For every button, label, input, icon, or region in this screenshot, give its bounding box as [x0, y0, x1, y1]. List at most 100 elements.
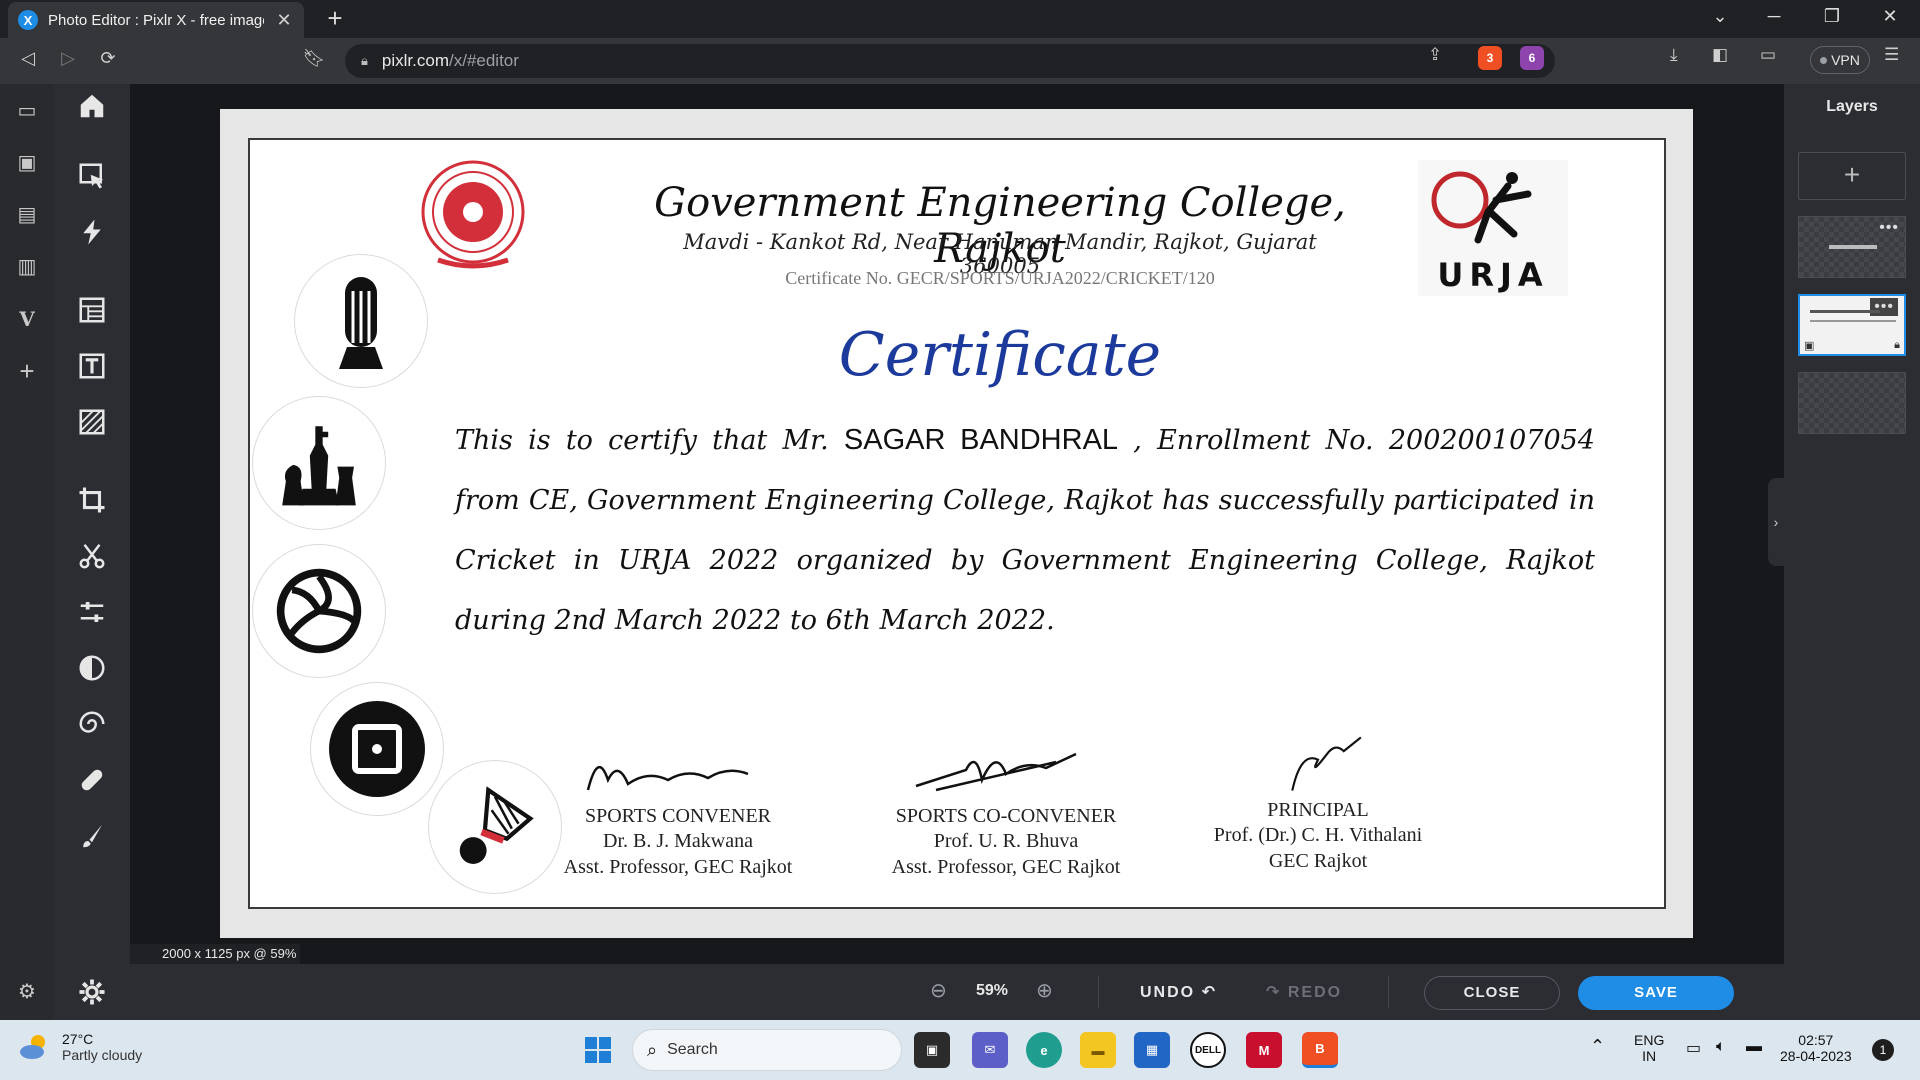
bookmarks-sidebar-icon[interactable]: ▤ [12, 200, 42, 230]
layer-options-icon[interactable]: ••• [1879, 219, 1899, 237]
lock-icon: 🔒︎ [361, 53, 368, 68]
add-sidebar-item-icon[interactable]: + [12, 356, 42, 386]
notification-badge[interactable]: 1 [1872, 1039, 1894, 1061]
volleyball-icon [252, 544, 386, 678]
rewards-count: 6 [1528, 51, 1536, 65]
redo-icon: ↷ [1266, 984, 1282, 1001]
reading-list-icon[interactable]: ▥ [12, 252, 42, 282]
layer-background[interactable] [1798, 372, 1906, 434]
menu-icon[interactable]: ☰ [1884, 45, 1899, 65]
signatory-designation: Asst. Professor, GEC Rajkot [891, 856, 1121, 878]
weather-widget[interactable]: 27°C Partly cloudy [18, 1030, 142, 1064]
collapse-panel-chevron-icon[interactable]: › [1768, 478, 1784, 566]
adjust-sliders-icon[interactable] [74, 594, 110, 630]
battery-icon[interactable]: ▬ [1746, 1038, 1762, 1056]
wallet-sidebar-icon[interactable]: ▣ [12, 148, 42, 178]
signatory-designation: Asst. Professor, GEC Rajkot [563, 856, 793, 878]
dell-icon[interactable]: DELL [1190, 1032, 1226, 1068]
cutout-scissors-icon[interactable] [74, 538, 110, 574]
add-layer-button[interactable]: + [1798, 152, 1906, 200]
layer-image-certificate[interactable]: ••• ▣ 🔒︎ [1798, 294, 1906, 356]
bookmark-icon[interactable]: 🔖︎ [300, 48, 328, 69]
network-icon[interactable]: ▭ [1686, 1038, 1701, 1058]
v-app-icon[interactable]: V [12, 304, 42, 334]
certificate-heading: Certificate [838, 320, 1162, 390]
close-window-button[interactable]: ✕ [1870, 6, 1910, 27]
brave-shields-icon[interactable]: 3 [1478, 46, 1502, 70]
liquify-swirl-icon[interactable] [74, 706, 110, 742]
address-bar[interactable]: 🔒︎ pixlr.com/x/#editor [345, 44, 1555, 78]
edge-browser-icon[interactable]: e [1026, 1032, 1062, 1068]
layer-preview-text [1829, 245, 1877, 249]
zoom-in-icon[interactable]: ⊕ [1036, 978, 1053, 1003]
weather-description: Partly cloudy [62, 1047, 143, 1063]
close-tab-icon[interactable]: ✕ [274, 10, 294, 31]
signatory-role: SPORTS CO-CONVENER [895, 805, 1117, 827]
lock-layer-icon[interactable]: 🔒︎ [1894, 339, 1900, 352]
taskbar-search[interactable]: ⌕ Search [632, 1029, 902, 1071]
back-button[interactable]: ◁ [14, 48, 42, 69]
windows-start-icon[interactable] [584, 1036, 612, 1069]
forward-button[interactable]: ▷ [54, 48, 82, 69]
text-tool-icon[interactable] [74, 348, 110, 384]
gec-college-seal [418, 160, 528, 270]
layout-tool-icon[interactable] [74, 292, 110, 328]
url-path: /x/#editor [449, 51, 519, 70]
reload-button[interactable]: ⟳ [94, 48, 122, 69]
draw-brush-icon[interactable] [74, 818, 110, 854]
brave-rewards-icon[interactable]: 6 [1520, 46, 1544, 70]
home-icon[interactable] [74, 88, 110, 124]
save-button[interactable]: SAVE [1578, 976, 1734, 1010]
windows-taskbar: 27°C Partly cloudy ⌕ Search ▣ ✉ e ▬ ▦ DE… [0, 1020, 1920, 1080]
divider [1098, 976, 1099, 1008]
task-view-icon[interactable]: ▣ [914, 1032, 950, 1068]
zoom-out-icon[interactable]: ⊖ [930, 978, 947, 1003]
layer-text[interactable]: ••• [1798, 216, 1906, 278]
redo-button[interactable]: ↷ REDO [1266, 982, 1342, 1002]
canvas-size-info: 2000 x 1125 px @ 59% [130, 944, 300, 964]
download-icon[interactable]: ⤓ [1670, 45, 1678, 65]
retouch-bandage-icon[interactable] [74, 762, 110, 798]
zoom-level[interactable]: 59% [976, 982, 1008, 1000]
image-canvas[interactable]: URJA Government Engineering College, Raj… [220, 109, 1693, 938]
layer-options-icon[interactable]: ••• [1870, 298, 1898, 316]
brave-taskbar-icon[interactable]: B [1302, 1032, 1338, 1068]
sidebar-settings-icon[interactable]: ⚙ [0, 964, 54, 1020]
layers-title: Layers [1826, 98, 1878, 115]
signatory-role: PRINCIPAL [1267, 799, 1369, 821]
clock[interactable]: 02:57 28-04-2023 [1780, 1032, 1852, 1064]
auto-fix-icon[interactable] [74, 214, 110, 250]
layer-image-preview [1810, 310, 1880, 313]
co-convener-signature-scribble [915, 752, 1077, 792]
video-icon[interactable]: ▭ [12, 96, 42, 126]
vpn-button[interactable]: VPN [1810, 46, 1870, 74]
sidebar-toggle-icon[interactable]: ◧ [1712, 45, 1728, 65]
wallet-icon[interactable]: ▭ [1760, 45, 1776, 65]
language-indicator[interactable]: ENG IN [1634, 1032, 1664, 1064]
filter-contrast-icon[interactable] [74, 650, 110, 686]
arrange-tool-icon[interactable] [74, 158, 110, 194]
urja-logo-text: URJA [1437, 256, 1549, 294]
search-icon: ⌕ [647, 1039, 658, 1060]
volume-icon[interactable]: 🔈︎ [1716, 1038, 1726, 1056]
body-intro: This is to certify that Mr. [455, 425, 829, 456]
settings-gear-icon[interactable] [54, 964, 130, 1020]
browser-sidebar: ▭ ▣ ▤ ▥ V + [0, 84, 54, 1020]
minimize-button[interactable]: ─ [1754, 6, 1794, 27]
signature-principal: PRINCIPAL Prof. (Dr.) C. H. Vithalani GE… [1168, 734, 1468, 874]
tab-search-chevron-icon[interactable]: ⌄ [1700, 6, 1740, 27]
undo-button[interactable]: UNDO ↶ [1140, 982, 1217, 1002]
microsoft-store-icon[interactable]: ▦ [1134, 1032, 1170, 1068]
signatory-role: SPORTS CONVENER [584, 805, 772, 827]
new-tab-button[interactable]: + [320, 4, 350, 34]
close-button[interactable]: CLOSE [1424, 976, 1560, 1010]
crop-tool-icon[interactable] [74, 482, 110, 518]
pattern-tool-icon[interactable] [74, 404, 110, 440]
restore-button[interactable]: ❐ [1812, 6, 1852, 27]
show-hidden-icons-chevron[interactable]: ⌃ [1590, 1036, 1605, 1057]
file-explorer-icon[interactable]: ▬ [1080, 1032, 1116, 1068]
teams-chat-icon[interactable]: ✉ [972, 1032, 1008, 1068]
mcafee-icon[interactable]: M [1246, 1032, 1282, 1068]
browser-tab[interactable]: X Photo Editor : Pixlr X - free image ✕ [8, 2, 304, 38]
share-icon[interactable]: ⇪ [1428, 45, 1442, 65]
